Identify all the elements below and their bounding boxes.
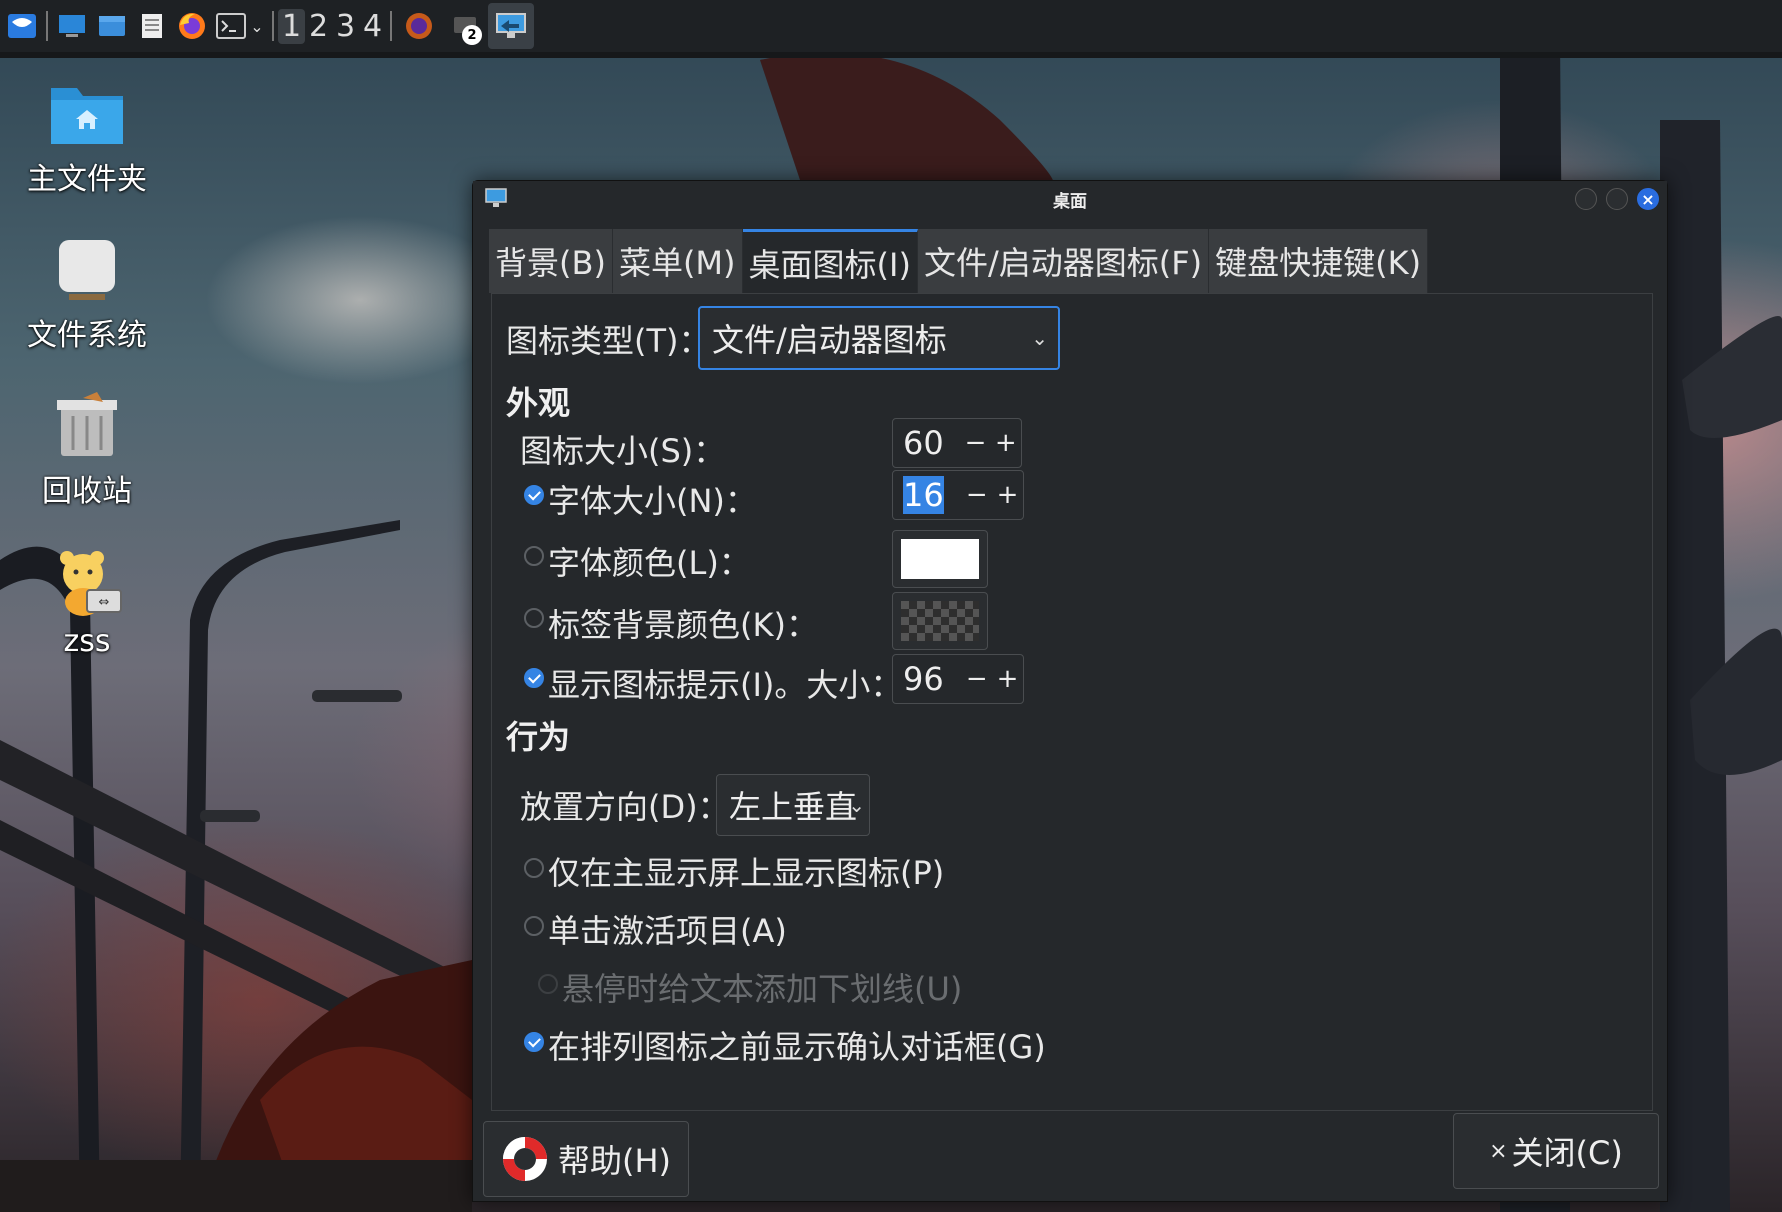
panel-separator (272, 11, 274, 41)
show-tooltip-checkbox[interactable] (524, 668, 544, 688)
desktop-icon-home[interactable]: 主文件夹 (2, 78, 172, 198)
close-button-label: 关闭(C) (1511, 1134, 1623, 1172)
font-color-swatch (901, 539, 979, 579)
desktop-icon-label: 文件系统 (27, 318, 147, 353)
user-launcher-icon: ⇔ (60, 551, 122, 616)
drive-icon (59, 240, 115, 300)
tab-background[interactable]: 背景(B) (489, 229, 613, 293)
chevron-down-icon: ⌄ (848, 793, 865, 817)
desktop-icon-label: zss (63, 624, 111, 659)
primary-only-checkbox[interactable] (524, 858, 544, 878)
workspace-switcher: 1 2 3 4 (278, 3, 386, 49)
primary-only-label: 仅在主显示屏上显示图标(P) (548, 854, 945, 892)
label-bg-color-checkbox[interactable] (524, 608, 544, 628)
label-bg-color-label: 标签背景颜色(K)： (548, 606, 818, 644)
confirm-arrange-checkbox[interactable] (524, 1032, 544, 1052)
icon-size-label: 图标大小(S)： (520, 432, 726, 470)
tab-content: 图标类型(T)： 文件/启动器图标 ⌄ 外观 图标大小(S)： 60 − + 字… (491, 293, 1653, 1111)
maximize-button[interactable] (1606, 188, 1628, 210)
chevron-down-icon[interactable]: ⌄ (250, 17, 263, 36)
terminal-icon[interactable]: ⌄ (212, 3, 268, 49)
tooltip-size-value[interactable]: 96 (893, 660, 961, 698)
home-folder-icon (51, 88, 123, 144)
placement-label: 放置方向(D)： (520, 788, 730, 826)
firefox-icon (406, 13, 432, 39)
tab-file-launcher-icons[interactable]: 文件/启动器图标(F) (917, 229, 1210, 293)
icon-type-label: 图标类型(T)： (506, 322, 711, 360)
icon-size-decrease-button[interactable]: − (960, 428, 990, 458)
label-bg-color-swatch (901, 601, 979, 641)
text-editor-icon[interactable] (132, 3, 172, 49)
font-size-spinner[interactable]: 16 − + (892, 470, 1024, 520)
close-button[interactable]: × 关闭(C) (1453, 1113, 1659, 1189)
close-icon: × (1489, 1138, 1508, 1164)
placement-value: 左上垂直 (729, 788, 858, 826)
font-color-button[interactable] (892, 530, 988, 588)
font-size-value[interactable]: 16 (893, 476, 961, 514)
single-click-checkbox[interactable] (524, 916, 544, 936)
dialog-title: 桌面 (1053, 191, 1087, 212)
tab-bar: 背景(B) 菜单(M) 桌面图标(I) 文件/启动器图标(F) 键盘快捷键(K) (489, 229, 1429, 293)
show-desktop-icon[interactable] (52, 3, 92, 49)
underline-hover-checkbox (538, 974, 558, 994)
appearance-heading: 外观 (506, 384, 571, 422)
font-color-checkbox[interactable] (524, 546, 544, 566)
task-count-badge: 2 (462, 25, 482, 45)
tab-menus[interactable]: 菜单(M) (612, 229, 743, 293)
label-bg-color-button[interactable] (892, 592, 988, 650)
chevron-down-icon: ⌄ (1031, 326, 1048, 350)
help-button-label: 帮助(H) (558, 1142, 672, 1180)
minimize-button[interactable] (1575, 188, 1597, 210)
help-lifebuoy-icon (503, 1137, 547, 1181)
dialog-titlebar[interactable]: 桌面 × (473, 181, 1667, 217)
icon-type-select[interactable]: 文件/启动器图标 ⌄ (698, 306, 1060, 370)
font-color-label: 字体颜色(L)： (548, 544, 751, 582)
task-group[interactable]: 2 (442, 3, 488, 49)
placement-select[interactable]: 左上垂直 ⌄ (716, 774, 870, 836)
behavior-heading: 行为 (506, 718, 571, 756)
tooltip-size-decrease-button[interactable]: − (961, 664, 992, 694)
font-size-increase-button[interactable]: + (992, 480, 1023, 510)
tab-keyboard-shortcuts[interactable]: 键盘快捷键(K) (1209, 229, 1429, 293)
desktop-icon-label: 回收站 (42, 474, 132, 509)
desktop-icon-filesystem[interactable]: 文件系统 (2, 236, 172, 354)
font-size-label: 字体大小(N)： (548, 482, 757, 520)
workspace-2[interactable]: 2 (305, 9, 332, 44)
confirm-arrange-label: 在排列图标之前显示确认对话框(G) (548, 1028, 1046, 1066)
desktop-icon-zss[interactable]: ⇔ zss (2, 548, 172, 659)
icon-size-spinner[interactable]: 60 − + (892, 418, 1022, 468)
top-panel: ⌄ 1 2 3 4 2 (0, 0, 1782, 58)
tab-desktop-icons[interactable]: 桌面图标(I) (742, 229, 918, 293)
tooltip-size-increase-button[interactable]: + (992, 664, 1023, 694)
icon-size-value[interactable]: 60 (893, 424, 960, 462)
workspace-4[interactable]: 4 (359, 9, 386, 44)
task-desktop-settings[interactable] (488, 3, 534, 49)
panel-separator (46, 11, 48, 41)
tooltip-size-spinner[interactable]: 96 − + (892, 654, 1024, 704)
workspace-3[interactable]: 3 (332, 9, 359, 44)
firefox-icon[interactable] (172, 3, 212, 49)
desktop-settings-icon (496, 13, 526, 38)
task-firefox[interactable] (396, 3, 442, 49)
show-tooltip-label: 显示图标提示(I)。大小： (548, 666, 903, 704)
close-icon: × (1641, 189, 1655, 209)
icon-type-value: 文件/启动器图标 (712, 321, 947, 359)
app-menu-icon[interactable] (2, 3, 42, 49)
close-window-button[interactable]: × (1637, 188, 1659, 210)
desktop-icon-trash[interactable]: 回收站 (2, 392, 172, 510)
trash-icon (57, 392, 117, 456)
file-manager-icon[interactable] (92, 3, 132, 49)
panel-separator (390, 11, 392, 41)
workspace-1[interactable]: 1 (278, 8, 305, 44)
font-size-decrease-button[interactable]: − (961, 480, 992, 510)
help-button[interactable]: 帮助(H) (483, 1121, 689, 1197)
desktop-icon-label: 主文件夹 (27, 162, 147, 197)
svg-text:⇔: ⇔ (99, 595, 110, 610)
single-click-label: 单击激活项目(A) (548, 912, 787, 950)
icon-size-increase-button[interactable]: + (991, 428, 1021, 458)
underline-hover-label: 悬停时给文本添加下划线(U) (562, 970, 963, 1008)
desktop-settings-dialog: 桌面 × 背景(B) 菜单(M) 桌面图标(I) 文件/启动器图标(F) 键盘快… (472, 180, 1668, 1202)
font-size-checkbox[interactable] (524, 485, 544, 505)
